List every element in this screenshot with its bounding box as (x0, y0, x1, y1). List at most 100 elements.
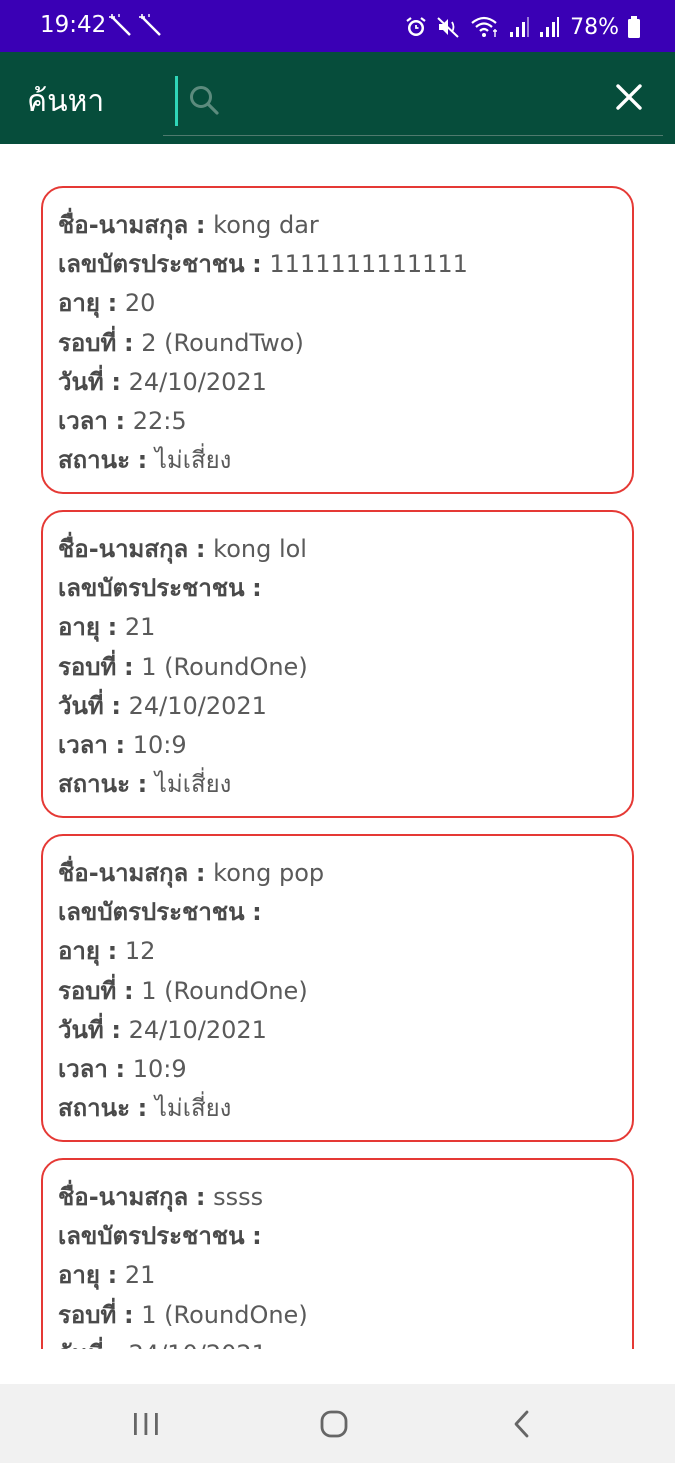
clear-search-button[interactable] (604, 72, 654, 122)
age-row: อายุ : 20 (58, 284, 632, 323)
separator: : (137, 1094, 148, 1123)
separator: : (124, 652, 134, 681)
separator: : (195, 859, 206, 887)
date-value: 24/10/2021 (129, 1340, 267, 1349)
home-icon (320, 1410, 348, 1438)
status-label: สถานะ (58, 770, 130, 799)
status-label: สถานะ (58, 446, 130, 475)
id-card-label: เลขบัตรประชาชน (58, 1222, 245, 1251)
round-value: 1 (RoundOne) (141, 1300, 308, 1329)
text-caret (175, 76, 178, 126)
search-input[interactable] (229, 80, 589, 122)
record-card[interactable]: ชื่อ-นามสกุล : kong pop เลขบัตรประชาชน :… (41, 834, 634, 1142)
time-value: 10:9 (132, 1054, 187, 1083)
round-row: รอบที่ : 1 (RoundOne) (58, 972, 632, 1011)
status-icons: 78% (404, 12, 641, 42)
status-value: ไม่เสี่ยง (154, 770, 232, 799)
separator: : (124, 1300, 134, 1329)
round-label: รอบที่ (58, 652, 117, 681)
date-value: 24/10/2021 (128, 1015, 267, 1044)
time-label: เวลา (58, 730, 108, 759)
time-label: เวลา (58, 406, 108, 435)
separator: : (107, 1261, 118, 1290)
wifi-icon (471, 16, 498, 37)
separator: : (252, 574, 262, 603)
name-value: ssss (213, 1183, 264, 1211)
id-card-row: เลขบัตรประชาชน : 1111111111111 (58, 245, 632, 284)
age-label: อายุ (58, 289, 100, 318)
app-bar: ค้นหา (0, 52, 675, 144)
close-icon (616, 84, 642, 110)
back-icon (514, 1410, 529, 1438)
separator: : (107, 613, 118, 642)
date-label: วันที่ (58, 1015, 104, 1044)
status-row: สถานะ : ไม่เสี่ยง (58, 441, 632, 480)
time-value: 22:5 (132, 406, 187, 435)
age-value: 21 (124, 1261, 156, 1290)
system-nav-bar (0, 1384, 675, 1463)
mute-vibrate-icon (437, 17, 459, 38)
age-value: 12 (124, 937, 156, 966)
name-label: ชื่อ-นามสกุล (58, 1183, 189, 1211)
name-label: ชื่อ-นามสกุล (58, 535, 189, 563)
round-value: 1 (RoundOne) (141, 976, 308, 1005)
name-label: ชื่อ-นามสกุล (58, 859, 189, 887)
date-value: 24/10/2021 (128, 367, 267, 396)
name-value: kong pop (213, 859, 325, 887)
home-button[interactable] (312, 1402, 356, 1446)
separator: : (111, 367, 121, 396)
age-label: อายุ (58, 1261, 100, 1290)
separator: : (115, 730, 126, 759)
separator: : (252, 250, 262, 279)
record-card[interactable]: ชื่อ-นามสกุล : kong dar เลขบัตรประชาชน :… (41, 186, 634, 494)
battery-percent: 78% (570, 14, 619, 40)
back-button[interactable] (500, 1402, 544, 1446)
id-card-label: เลขบัตรประชาชน (58, 898, 245, 927)
id-card-label: เลขบัตรประชาชน (58, 574, 245, 603)
page-title: ค้นหา (27, 84, 105, 119)
status-row: สถานะ : ไม่เสี่ยง (58, 1089, 632, 1128)
age-row: อายุ : 21 (58, 608, 632, 647)
date-row: วันที่ : 24/10/2021 (58, 1011, 632, 1050)
separator: : (111, 691, 121, 720)
name-row: ชื่อ-นามสกุล : kong lol (58, 530, 632, 569)
time-row: เวลา : 10:9 (58, 1050, 632, 1089)
age-row: อายุ : 21 (58, 1256, 632, 1295)
time-row: เวลา : 22:5 (58, 402, 632, 441)
status-row: สถานะ : ไม่เสี่ยง (58, 765, 632, 804)
battery-icon (628, 16, 640, 38)
date-label: วันที่ (58, 1340, 104, 1349)
id-card-label: เลขบัตรประชาชน (58, 250, 245, 279)
results-list[interactable]: ชื่อ-นามสกุล : kong dar เลขบัตรประชาชน :… (0, 144, 675, 1349)
separator: : (111, 1340, 121, 1349)
round-value: 2 (RoundTwo) (141, 328, 304, 357)
round-label: รอบที่ (58, 328, 117, 357)
separator: : (115, 1054, 126, 1083)
record-card[interactable]: ชื่อ-นามสกุล : ssss เลขบัตรประชาชน : อาย… (41, 1158, 634, 1349)
status-time: 19:42 (40, 12, 107, 38)
search-icon (190, 86, 219, 115)
magic-wand-icon (139, 14, 161, 36)
separator: : (107, 937, 118, 966)
recent-apps-button[interactable] (124, 1402, 168, 1446)
round-row: รอบที่ : 2 (RoundTwo) (58, 324, 632, 363)
age-row: อายุ : 12 (58, 932, 632, 971)
name-row: ชื่อ-นามสกุล : ssss (58, 1178, 632, 1217)
magic-wand-icon (109, 14, 131, 36)
status-bar: 19:42 78% (0, 0, 675, 52)
name-label: ชื่อ-นามสกุล (58, 211, 189, 239)
date-row: วันที่ : 24/10/2021 (58, 1335, 632, 1349)
round-value: 1 (RoundOne) (141, 652, 308, 681)
round-label: รอบที่ (58, 1300, 117, 1329)
name-value: kong dar (213, 211, 319, 239)
signal-icon (540, 17, 560, 37)
status-label: สถานะ (58, 1094, 130, 1123)
record-card[interactable]: ชื่อ-นามสกุล : kong lol เลขบัตรประชาชน :… (41, 510, 634, 818)
round-label: รอบที่ (58, 976, 117, 1005)
date-row: วันที่ : 24/10/2021 (58, 363, 632, 402)
signal-icon (510, 17, 530, 37)
separator: : (195, 211, 206, 239)
time-label: เวลา (58, 1054, 108, 1083)
search-field[interactable] (163, 74, 663, 136)
time-row: เวลา : 10:9 (58, 726, 632, 765)
